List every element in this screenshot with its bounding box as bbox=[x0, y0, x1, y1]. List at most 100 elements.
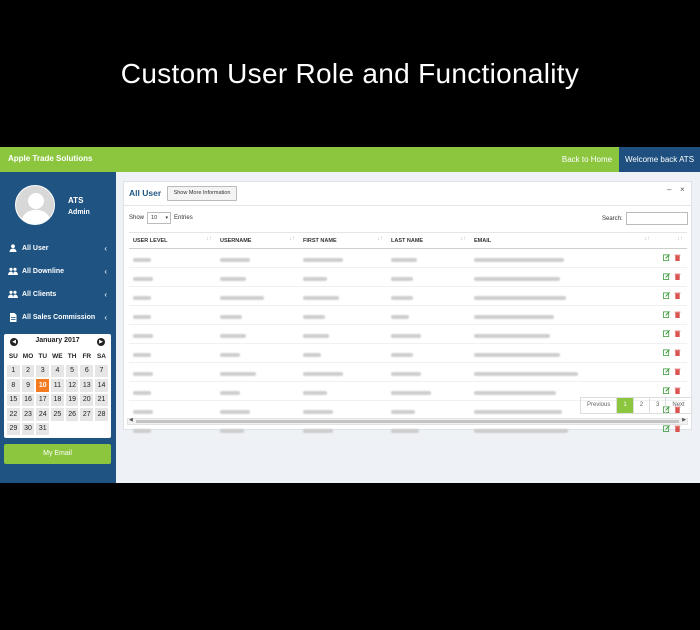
pagination-next[interactable]: Next bbox=[666, 398, 690, 413]
scroll-left-icon[interactable]: ◀ bbox=[129, 417, 133, 423]
calendar-day[interactable]: 1 bbox=[6, 363, 21, 378]
chevron-left-icon: ‹ bbox=[104, 266, 107, 276]
column-header-user-level[interactable]: USER LEVEL ↓↑ bbox=[129, 232, 216, 249]
delete-icon[interactable] bbox=[674, 425, 681, 433]
calendar-day[interactable]: 27 bbox=[79, 407, 95, 422]
calendar-day[interactable]: 21 bbox=[94, 392, 109, 407]
column-header-first-name[interactable]: FIRST NAME ↓↑ bbox=[299, 232, 387, 249]
table-cell-actions bbox=[654, 343, 687, 363]
calendar-day[interactable]: 18 bbox=[50, 392, 65, 407]
edit-icon[interactable] bbox=[663, 387, 670, 395]
welcome-user[interactable]: Welcome back ATS bbox=[619, 147, 700, 172]
pagination-previous[interactable]: Previous bbox=[581, 398, 618, 413]
scrollbar-thumb[interactable] bbox=[136, 420, 679, 423]
delete-icon[interactable] bbox=[674, 368, 681, 376]
sidebar-item-all-user[interactable]: All User ‹ bbox=[0, 237, 116, 259]
pagination-page-3[interactable]: 3 bbox=[650, 398, 667, 413]
calendar-day[interactable]: 12 bbox=[64, 378, 80, 393]
calendar-day[interactable]: 6 bbox=[79, 363, 95, 378]
calendar-day[interactable]: 8 bbox=[6, 378, 21, 393]
redacted-text bbox=[303, 258, 343, 262]
table-row[interactable] bbox=[129, 248, 687, 268]
calendar-day[interactable]: 7 bbox=[94, 363, 109, 378]
back-to-home-link[interactable]: Back to Home bbox=[555, 147, 619, 172]
calendar-day[interactable]: 22 bbox=[6, 407, 21, 422]
column-header-email[interactable]: EMAIL ↓↑ bbox=[470, 232, 654, 249]
delete-icon[interactable] bbox=[674, 273, 681, 281]
calendar-day[interactable]: 24 bbox=[35, 407, 51, 422]
edit-icon[interactable] bbox=[663, 425, 670, 433]
calendar-day[interactable]: 2 bbox=[20, 363, 36, 378]
table-cell-redacted bbox=[216, 286, 299, 306]
calendar-day[interactable]: 14 bbox=[94, 378, 109, 393]
redacted-text bbox=[133, 277, 153, 281]
delete-icon[interactable] bbox=[674, 349, 681, 357]
sidebar-item-all-downline[interactable]: All Downline ‹ bbox=[0, 260, 116, 282]
column-header-actions[interactable]: ↓↑ bbox=[654, 232, 687, 249]
calendar-day-today[interactable]: 10 bbox=[35, 378, 51, 393]
column-header-username[interactable]: USERNAME ↓↑ bbox=[216, 232, 299, 249]
scroll-right-icon[interactable]: ▶ bbox=[682, 417, 686, 423]
avatar[interactable] bbox=[15, 185, 55, 225]
delete-icon[interactable] bbox=[674, 254, 681, 262]
minimize-icon[interactable]: – bbox=[667, 185, 671, 194]
calendar-day[interactable]: 20 bbox=[79, 392, 95, 407]
close-icon[interactable]: × bbox=[680, 185, 685, 194]
calendar-day[interactable]: 28 bbox=[94, 407, 109, 422]
delete-icon[interactable] bbox=[674, 311, 681, 319]
calendar-week-row: 22 23 24 25 26 27 28 bbox=[6, 407, 109, 422]
sort-icon: ↓↑ bbox=[644, 236, 650, 242]
horizontal-scrollbar[interactable]: ◀ ▶ bbox=[127, 417, 688, 425]
search-input[interactable] bbox=[625, 212, 688, 225]
column-header-last-name[interactable]: LAST NAME ↓↑ bbox=[387, 232, 470, 249]
delete-icon[interactable] bbox=[674, 292, 681, 300]
chevron-left-icon: ‹ bbox=[104, 289, 107, 299]
calendar-day[interactable]: 17 bbox=[35, 392, 51, 407]
edit-icon[interactable] bbox=[663, 368, 670, 376]
table-row[interactable] bbox=[129, 324, 687, 344]
calendar-day[interactable]: 19 bbox=[64, 392, 80, 407]
table-row[interactable] bbox=[129, 267, 687, 287]
sort-icon: ↓↑ bbox=[289, 236, 295, 242]
calendar-day[interactable]: 3 bbox=[35, 363, 51, 378]
edit-icon[interactable] bbox=[663, 254, 670, 262]
chevron-right-icon[interactable]: ▶ bbox=[97, 338, 105, 346]
calendar-day[interactable]: 31 bbox=[35, 421, 51, 436]
table-cell-actions bbox=[654, 362, 687, 382]
calendar-day[interactable]: 29 bbox=[6, 421, 21, 436]
calendar-day[interactable]: 30 bbox=[20, 421, 36, 436]
calendar-day[interactable]: 23 bbox=[20, 407, 36, 422]
edit-icon[interactable] bbox=[663, 311, 670, 319]
calendar-day[interactable]: 25 bbox=[50, 407, 65, 422]
delete-icon[interactable] bbox=[674, 387, 681, 395]
redacted-text bbox=[474, 296, 566, 300]
edit-icon[interactable] bbox=[663, 330, 670, 338]
table-row[interactable] bbox=[129, 305, 687, 325]
delete-icon[interactable] bbox=[674, 330, 681, 338]
entries-select[interactable]: 10 ▾ bbox=[147, 212, 172, 224]
calendar-day[interactable]: 15 bbox=[6, 392, 21, 407]
table-row[interactable] bbox=[129, 362, 687, 382]
calendar-day[interactable]: 13 bbox=[79, 378, 95, 393]
show-more-information-button[interactable]: Show More Information bbox=[167, 186, 237, 201]
calendar-day[interactable]: 26 bbox=[64, 407, 80, 422]
calendar-day[interactable]: 5 bbox=[64, 363, 80, 378]
calendar-day[interactable]: 9 bbox=[20, 378, 36, 393]
brand-name[interactable]: Apple Trade Solutions bbox=[8, 154, 92, 163]
pagination-page-2[interactable]: 2 bbox=[634, 398, 651, 413]
table-row[interactable] bbox=[129, 343, 687, 363]
calendar-day[interactable]: 16 bbox=[20, 392, 36, 407]
edit-icon[interactable] bbox=[663, 273, 670, 281]
pagination-page-1[interactable]: 1 bbox=[617, 398, 634, 413]
sidebar-item-all-sales-commission[interactable]: All Sales Commission ‹ bbox=[0, 306, 116, 328]
sidebar-item-all-clients[interactable]: All Clients ‹ bbox=[0, 283, 116, 305]
table-row[interactable] bbox=[129, 286, 687, 306]
redacted-text bbox=[133, 429, 151, 433]
edit-icon[interactable] bbox=[663, 349, 670, 357]
calendar-day[interactable]: 4 bbox=[50, 363, 65, 378]
edit-icon[interactable] bbox=[663, 292, 670, 300]
calendar-day[interactable]: 11 bbox=[50, 378, 65, 393]
my-email-button[interactable]: My Email bbox=[4, 444, 111, 464]
redacted-text bbox=[303, 334, 329, 338]
calendar-widget: ◀ January 2017 ▶ SU MO TU WE TH FR SA 1 2 3 4 5 6 7 8 9… bbox=[4, 334, 111, 438]
